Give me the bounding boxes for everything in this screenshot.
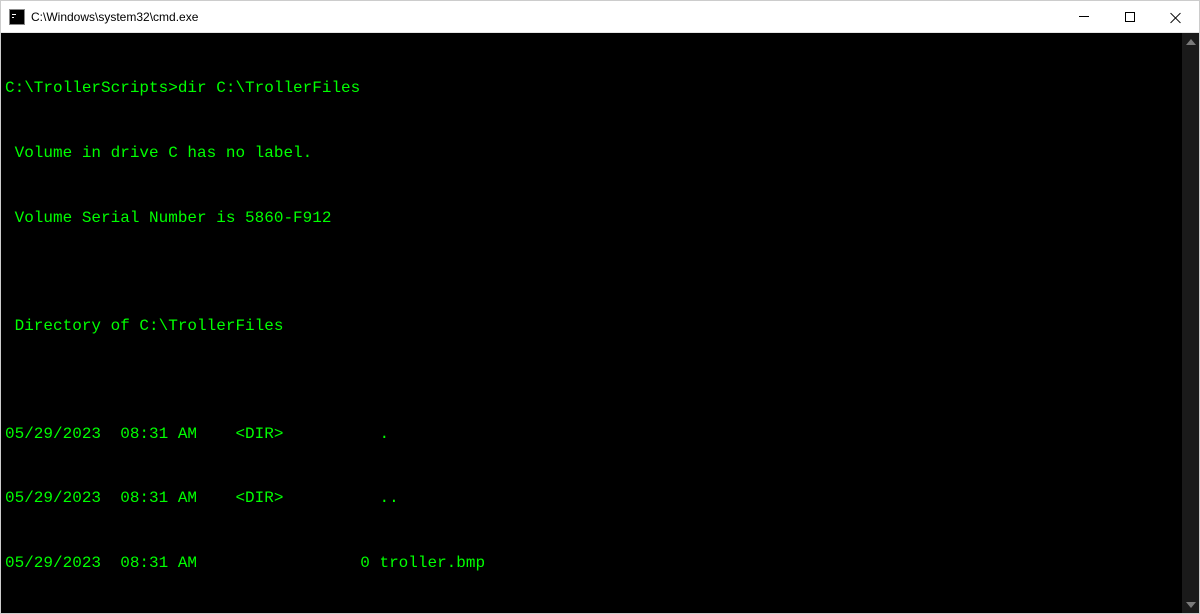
- minimize-button[interactable]: [1061, 1, 1107, 32]
- terminal-output[interactable]: C:\TrollerScripts>dir C:\TrollerFiles Vo…: [1, 33, 1199, 613]
- terminal-line: C:\TrollerScripts>dir C:\TrollerFiles: [5, 78, 1195, 100]
- window-title: C:\Windows\system32\cmd.exe: [31, 10, 1061, 24]
- terminal-line: 05/29/2023 08:31 AM 0 troller.bmp: [5, 553, 1195, 575]
- scrollbar-track[interactable]: [1182, 33, 1199, 613]
- close-button[interactable]: [1153, 1, 1199, 32]
- terminal-line: Volume Serial Number is 5860-F912: [5, 208, 1195, 230]
- titlebar[interactable]: C:\Windows\system32\cmd.exe: [1, 1, 1199, 33]
- close-icon: [1170, 11, 1182, 23]
- scroll-up-arrow-icon[interactable]: [1182, 33, 1199, 50]
- minimize-icon: [1079, 16, 1089, 17]
- window-controls: [1061, 1, 1199, 32]
- terminal-line: Directory of C:\TrollerFiles: [5, 316, 1195, 338]
- terminal-line: 05/29/2023 08:31 AM <DIR> .: [5, 424, 1195, 446]
- cmd-icon: [9, 9, 25, 25]
- scroll-down-arrow-icon[interactable]: [1182, 596, 1199, 613]
- terminal-line: Volume in drive C has no label.: [5, 143, 1195, 165]
- maximize-button[interactable]: [1107, 1, 1153, 32]
- terminal-line: 05/29/2023 08:31 AM <DIR> ..: [5, 488, 1195, 510]
- maximize-icon: [1125, 12, 1135, 22]
